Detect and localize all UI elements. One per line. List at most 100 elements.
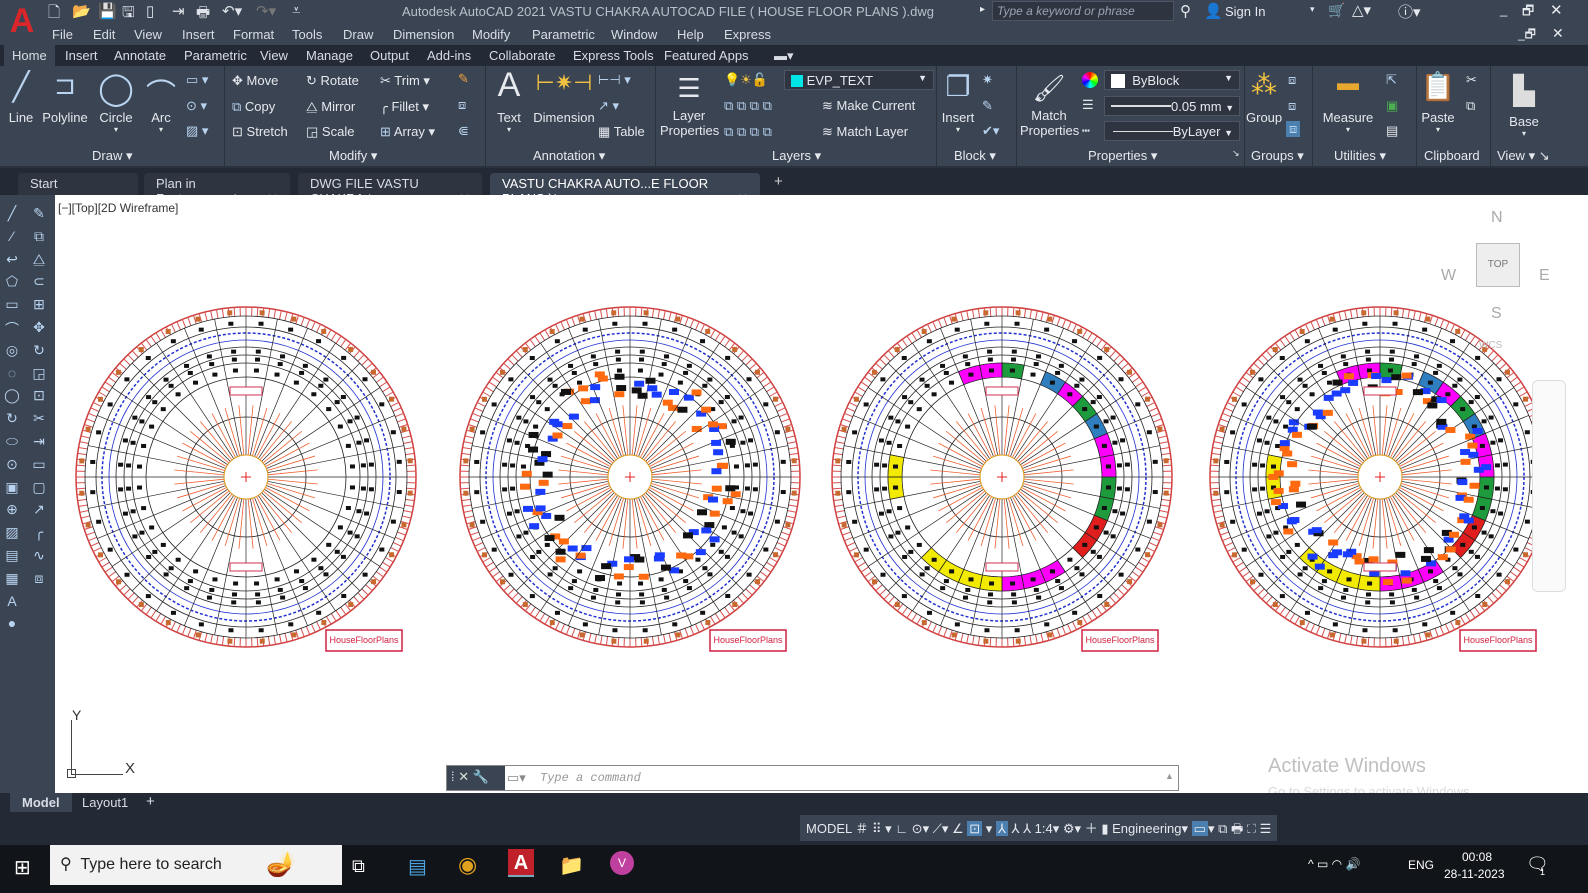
measure-button[interactable]: ▬ Measure ▾ <box>1322 70 1374 134</box>
undo-icon[interactable]: ↶▾ <box>222 2 242 20</box>
draw-tool-icon[interactable]: ╱ <box>3 205 21 223</box>
attribute-icon[interactable]: ✔▾ <box>982 123 999 139</box>
modify-tool-icon[interactable]: ↗ <box>30 501 48 519</box>
draw-tool-icon[interactable]: ↩ <box>3 251 21 269</box>
draw-tool-icon[interactable]: ⊙ <box>3 456 21 474</box>
draw-tool-icon[interactable]: ▤ <box>3 547 21 565</box>
modify-tool-icon[interactable]: ⊞ <box>30 296 48 314</box>
fillet-button[interactable]: ╭ Fillet ▾ <box>380 99 429 115</box>
tab-model[interactable]: Model <box>10 793 72 812</box>
draw-tool-icon[interactable]: ◯ <box>3 387 21 405</box>
cart-icon[interactable]: 🛒 <box>1328 2 1345 19</box>
menu-help[interactable]: Help <box>677 27 704 42</box>
vastu-chakra-wheel[interactable]: HouseFloorPlans <box>459 306 801 652</box>
modify-tool-icon[interactable]: ✎ <box>30 205 48 223</box>
offset-icon[interactable]: ⋐ <box>458 123 469 139</box>
tab-parametric[interactable]: Parametric <box>184 48 247 63</box>
select-all-icon[interactable]: ▣ <box>1386 98 1398 114</box>
customize-icon[interactable]: ⩡ <box>292 2 300 19</box>
panel-layers[interactable]: Layers ▾ <box>772 148 821 164</box>
modify-tool-icon[interactable]: ◲ <box>30 365 48 383</box>
layer-properties-button[interactable]: ☰ Layer Properties <box>660 70 719 138</box>
tab-view[interactable]: View <box>260 48 288 63</box>
menu-insert[interactable]: Insert <box>182 27 215 42</box>
copy-button[interactable]: ⧉ Copy <box>232 99 275 115</box>
properties-launcher-icon[interactable]: ↘ <box>1232 148 1240 159</box>
annotation-visibility-icon[interactable]: ⅄ <box>995 821 1008 836</box>
plot-icon[interactable]: 🖶 <box>196 2 210 27</box>
viewcube-west[interactable]: W <box>1441 267 1456 285</box>
modify-tool-icon[interactable]: ∿ <box>30 547 48 565</box>
vastu-chakra-wheel[interactable]: HouseFloorPlans <box>831 306 1173 652</box>
file-tab[interactable]: DWG FILE VASTU CHAKRA * ✕ <box>298 173 482 206</box>
panel-properties[interactable]: Properties ▾ <box>1088 148 1157 164</box>
doc-minimize-button[interactable]: _🗗 <box>1518 25 1536 46</box>
help-icon[interactable]: ⓘ▾ <box>1398 1 1421 22</box>
autocad-app-icon[interactable]: A <box>508 849 534 877</box>
panel-draw[interactable]: Draw ▾ <box>92 148 132 164</box>
calculator-icon[interactable]: ▤ <box>1386 123 1398 139</box>
draw-tool-icon[interactable]: ⁄ <box>3 228 21 246</box>
windows-start-icon[interactable]: ⊞ <box>14 855 31 880</box>
redo-icon[interactable]: ↷▾ <box>256 2 276 20</box>
match-properties-button[interactable]: 🖌 Match Properties <box>1020 70 1079 138</box>
modify-tool-icon[interactable]: ⧉ <box>30 228 48 246</box>
draw-tool-icon[interactable]: ◎ <box>3 342 21 360</box>
file-tab[interactable]: Start <box>18 173 138 195</box>
autodesk-app-icon[interactable]: △▾ <box>1352 1 1371 19</box>
cut-icon[interactable]: ✂ <box>1466 72 1477 88</box>
workspace-dropdown[interactable]: Engineering <box>1112 821 1181 836</box>
viewcube-east[interactable]: E <box>1539 267 1550 285</box>
restore-button[interactable]: 🗗 <box>1522 2 1534 24</box>
ortho-icon[interactable]: ∟ <box>895 821 908 836</box>
ungroup-icon[interactable]: ⧈ <box>1288 72 1296 88</box>
circle-button[interactable]: ◯ Circle ▾ <box>96 70 136 134</box>
table-button[interactable]: ▦ Table <box>598 124 645 140</box>
vastu-chakra-wheel[interactable]: HouseFloorPlans <box>1209 306 1551 652</box>
hardware-accel-icon[interactable]: 🖶 <box>1231 821 1243 836</box>
isodraft-icon[interactable]: ⟋▾ <box>933 821 949 836</box>
layer-dropdown[interactable]: EVP_TEXT ▼ <box>784 70 934 90</box>
customize-menu-icon[interactable]: ☰ <box>1260 821 1272 836</box>
erase-icon[interactable]: ✎ <box>458 71 469 87</box>
panel-annotation[interactable]: Annotation ▾ <box>533 148 605 164</box>
draw-tool-icon[interactable]: A <box>3 593 21 611</box>
array-button[interactable]: ⊞ Array ▾ <box>380 124 435 140</box>
customize-wrench-icon[interactable]: 🔧 <box>473 769 489 784</box>
tab-annotate[interactable]: Annotate <box>114 48 166 63</box>
tab-layout1[interactable]: Layout1 <box>82 795 128 810</box>
minimize-button[interactable]: _ <box>1500 2 1507 17</box>
command-history-toggle[interactable]: ▲ <box>1165 771 1174 781</box>
draw-tool-icon[interactable]: ▭ <box>3 296 21 314</box>
draw-tool-icon[interactable]: ⬭ <box>3 433 21 451</box>
command-line[interactable]: ⁞ ✕ 🔧 ▭▾ Type a command ▲ <box>446 765 1179 791</box>
chrome-app-icon[interactable]: ◉ <box>458 852 477 878</box>
modify-tool-icon[interactable]: ⊂ <box>30 273 48 291</box>
stretch-button[interactable]: ⊡ Stretch <box>232 124 288 140</box>
scale-button[interactable]: ◲ Scale <box>306 124 354 140</box>
modify-tool-icon[interactable]: ↻ <box>30 342 48 360</box>
grid-icon[interactable]: ＃ <box>855 821 868 836</box>
task-view-icon[interactable]: ⧉ <box>352 856 365 877</box>
viewcube-south[interactable]: S <box>1491 305 1502 323</box>
tab-output[interactable]: Output <box>370 48 409 63</box>
mirror-button[interactable]: ⧋ Mirror <box>306 99 355 115</box>
explode-icon[interactable]: ⧈ <box>458 97 466 113</box>
tab-express-tools[interactable]: Express Tools <box>573 48 654 63</box>
edit-block-icon[interactable]: ✎ <box>982 98 993 114</box>
new-icon[interactable]: 🗋 <box>48 2 60 27</box>
linetype-dropdown[interactable]: ByLayer ▼ <box>1104 121 1240 141</box>
model-space-button[interactable]: MODEL <box>806 821 852 836</box>
draw-tool-icon[interactable]: ⌒ <box>3 319 21 337</box>
panel-block[interactable]: Block ▾ <box>954 148 996 164</box>
copy-clip-icon[interactable]: ⧉ <box>1466 98 1475 114</box>
file-explorer-icon[interactable]: 📁 <box>559 853 584 878</box>
lock-ui-icon[interactable]: ▭ <box>1191 821 1208 836</box>
tab-collaborate[interactable]: Collaborate <box>489 48 556 63</box>
rotate-button[interactable]: ↻ Rotate <box>306 73 359 89</box>
file-tab[interactable]: VASTU CHAKRA AUTO...E FLOOR PLANS )* ✕ <box>490 173 760 206</box>
drawing-canvas[interactable]: [−][Top][2D Wireframe] HouseFloorPlans Ho… <box>55 195 1588 799</box>
vastu-chakra-wheel[interactable]: HouseFloorPlans <box>75 306 417 652</box>
expand-icon[interactable]: ▸ <box>980 4 985 15</box>
hatch-icon[interactable]: ▨ ▾ <box>186 123 208 139</box>
